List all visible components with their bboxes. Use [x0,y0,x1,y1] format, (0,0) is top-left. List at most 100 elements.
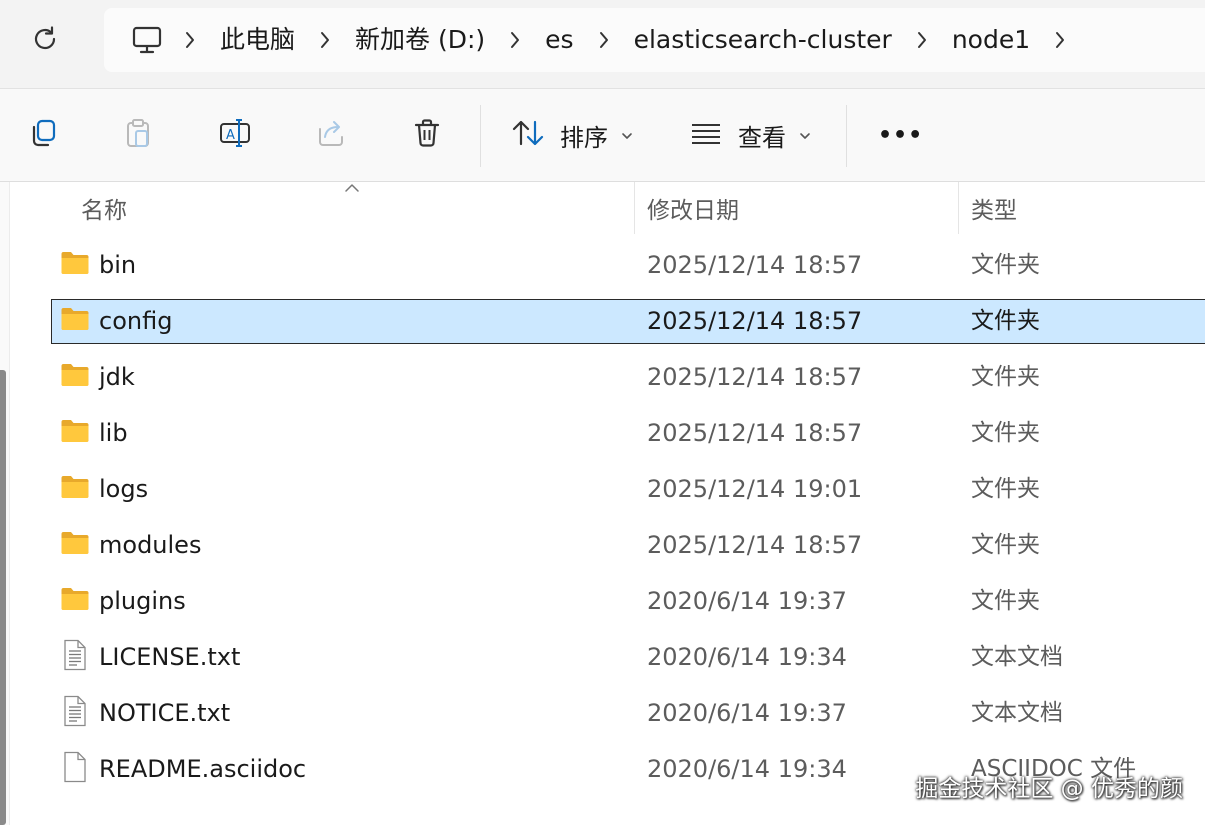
column-header-name-label: 名称 [81,198,127,224]
column-header-type-label: 类型 [971,198,1017,224]
file-row-logs[interactable]: logs 2025/12/14 19:01 文件夹 [0,466,1205,522]
this-pc-icon[interactable] [130,23,164,57]
address-bar[interactable]: 此电脑 新加卷 (D:) es elasticsearch-cluster no… [104,8,1205,72]
share-button[interactable] [309,113,353,157]
file-type: 文件夹 [971,364,1040,390]
file-name: README.asciidoc [99,755,307,783]
breadcrumb-this-pc[interactable]: 此电脑 [216,8,299,72]
chevron-right-icon[interactable] [164,31,216,49]
file-modified-date: 2025/12/14 19:01 [647,475,863,503]
chevron-right-icon[interactable] [489,31,541,49]
folder-icon [60,470,90,504]
address-toolbar: 此电脑 新加卷 (D:) es elasticsearch-cluster no… [0,0,1205,89]
column-divider[interactable] [958,182,959,234]
chevron-down-icon [620,126,634,145]
file-name: plugins [99,587,186,615]
file-modified-date: 2020/6/14 19:34 [647,643,847,671]
refresh-icon [31,25,59,57]
file-name: modules [99,531,202,559]
breadcrumb-drive-d[interactable]: 新加卷 (D:) [351,8,489,72]
breadcrumb-node1[interactable]: node1 [948,8,1034,72]
toolbar-divider [480,105,481,167]
folder-icon [60,526,90,560]
chevron-right-icon[interactable] [896,31,948,49]
file-type: 文件夹 [971,252,1040,278]
file-modified-date: 2025/12/14 18:57 [647,419,863,447]
file-row-lib[interactable]: lib 2025/12/14 18:57 文件夹 [0,410,1205,466]
rename-button[interactable]: A [213,113,257,157]
file-explorer-window: 此电脑 新加卷 (D:) es elasticsearch-cluster no… [0,0,1205,825]
breadcrumb-elasticsearch-cluster[interactable]: elasticsearch-cluster [630,8,896,72]
copy-button[interactable] [21,113,65,157]
file-modified-date: 2020/6/14 19:34 [647,755,847,783]
folder-icon [60,582,90,616]
file-name: logs [99,475,149,503]
toolbar-divider [846,105,847,167]
file-name: LICENSE.txt [99,643,241,671]
copy-icon [27,117,59,153]
file-row-notice-txt[interactable]: NOTICE.txt 2020/6/14 19:37 文本文档 [0,690,1205,746]
rename-icon: A [218,117,252,153]
watermark: 掘金技术社区 @ 优秀的颜 [915,776,1183,802]
breadcrumb-es[interactable]: es [541,8,577,72]
text-document-icon [60,638,90,672]
more-options-button[interactable]: ••• [870,113,931,157]
file-modified-date: 2020/6/14 19:37 [647,587,847,615]
file-type: 文件夹 [971,420,1040,446]
view-list-icon [688,117,724,153]
file-row-modules[interactable]: modules 2025/12/14 18:57 文件夹 [0,522,1205,578]
column-header-date-label: 修改日期 [647,198,739,224]
column-header-type[interactable]: 类型 [971,182,1191,234]
svg-text:A: A [226,128,235,143]
paste-icon [122,117,154,153]
file-type: 文件夹 [971,308,1040,334]
file-type: 文件夹 [971,532,1040,558]
share-icon [315,117,347,153]
sort-label: 排序 [560,123,608,152]
file-type: 文件夹 [971,476,1040,502]
sort-ascending-icon [345,184,359,192]
chevron-down-icon [798,126,812,145]
file-list: 名称 修改日期 类型 bin 2025/12/14 18:57 文件夹 config… [0,182,1205,825]
file-modified-date: 2025/12/14 18:57 [647,531,863,559]
folder-icon [60,414,90,448]
command-bar: A 排序 查看 ••• [0,89,1205,182]
file-row-bin[interactable]: bin 2025/12/14 18:57 文件夹 [0,242,1205,298]
file-name: NOTICE.txt [99,699,231,727]
folder-icon [60,358,90,392]
file-name: bin [99,251,137,279]
view-menu-button[interactable]: 查看 [688,113,812,157]
chevron-right-icon[interactable] [1034,31,1086,49]
file-modified-date: 2025/12/14 18:57 [647,251,863,279]
file-rows: bin 2025/12/14 18:57 文件夹 config 2025/12/14 … [0,242,1205,802]
file-icon [60,750,90,784]
file-row-license-txt[interactable]: LICENSE.txt 2020/6/14 19:34 文本文档 [0,634,1205,690]
more-icon: ••• [878,122,924,148]
file-type: 文本文档 [971,644,1063,670]
file-name: jdk [99,363,135,391]
folder-icon [60,246,90,280]
sort-icon [510,117,546,153]
file-modified-date: 2020/6/14 19:37 [647,699,847,727]
sort-menu-button[interactable]: 排序 [510,113,634,157]
paste-button[interactable] [116,113,160,157]
view-label: 查看 [738,123,786,152]
file-modified-date: 2025/12/14 18:57 [647,307,863,335]
file-type: 文件夹 [971,588,1040,614]
trash-icon [411,117,443,153]
column-header-date[interactable]: 修改日期 [647,182,947,234]
folder-icon [60,302,90,336]
file-row-jdk[interactable]: jdk 2025/12/14 18:57 文件夹 [0,354,1205,410]
file-type: 文本文档 [971,700,1063,726]
chevron-right-icon[interactable] [578,31,630,49]
chevron-right-icon[interactable] [299,31,351,49]
file-name: lib [99,419,128,447]
file-modified-date: 2025/12/14 18:57 [647,363,863,391]
file-row-plugins[interactable]: plugins 2020/6/14 19:37 文件夹 [0,578,1205,634]
refresh-button[interactable] [24,20,66,62]
file-row-config[interactable]: config 2025/12/14 18:57 文件夹 [0,298,1205,354]
text-document-icon [60,694,90,728]
delete-button[interactable] [405,113,449,157]
column-divider[interactable] [634,182,635,234]
file-name: config [99,307,173,335]
